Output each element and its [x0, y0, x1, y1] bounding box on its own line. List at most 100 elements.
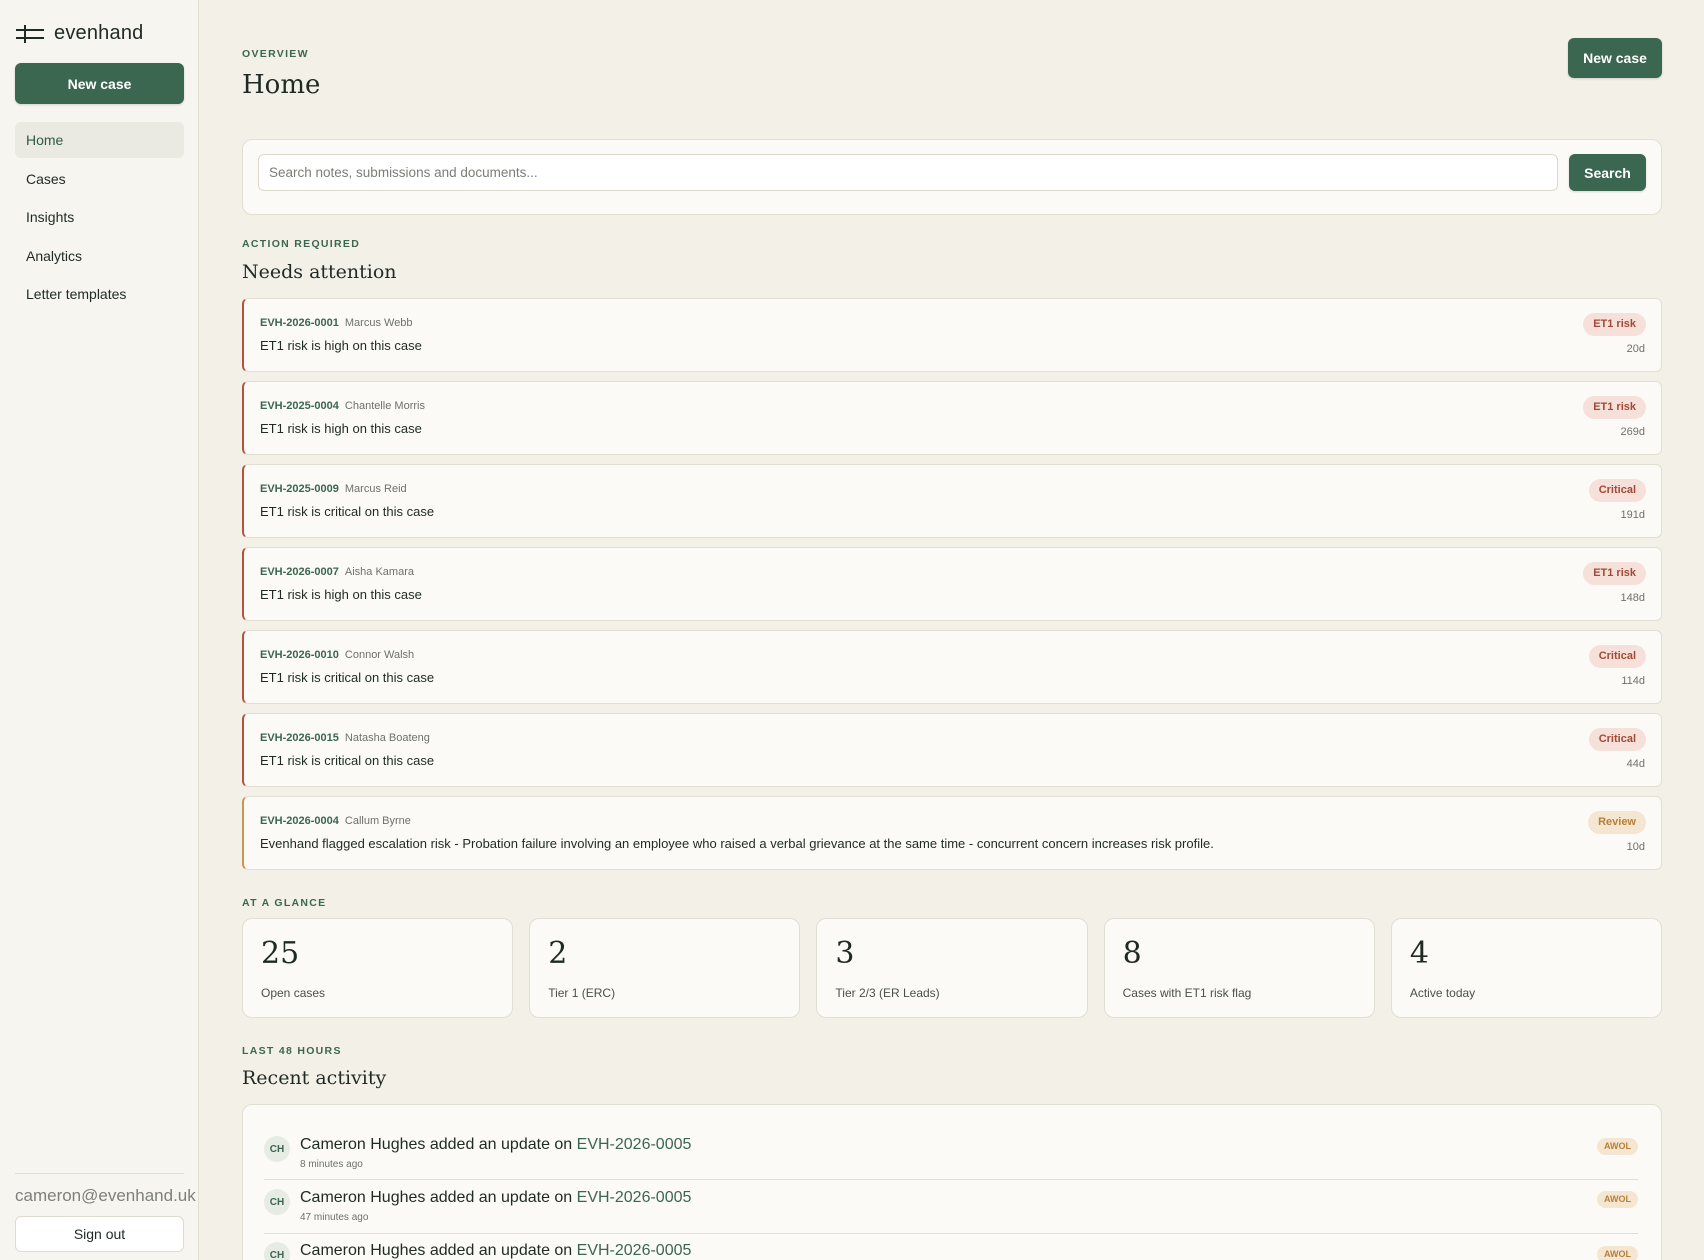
brand[interactable]: evenhand	[16, 22, 143, 45]
stat-label: Tier 2/3 (ER Leads)	[835, 986, 940, 1000]
activity-item: CH Cameron Hughes added an update on EVH…	[264, 1136, 1638, 1190]
attention-message: ET1 risk is high on this case	[260, 421, 422, 436]
stat-label: Active today	[1409, 986, 1476, 1000]
attention-item[interactable]: EVH-2026-0010 Connor Walsh ET1 risk is cr…	[242, 630, 1662, 704]
avatar: CH	[264, 1242, 290, 1260]
risk-badge: ET1 risk	[1583, 396, 1646, 419]
employee-name: Chantelle Morris	[344, 400, 425, 412]
case-age: 114d	[1621, 675, 1645, 687]
case-id[interactable]: EVH-2026-0015	[260, 732, 339, 744]
sidebar-nav: Home Cases Insights Analytics Letter tem…	[15, 122, 184, 315]
evenhand-logo-icon	[16, 24, 44, 43]
stat-value: 2	[548, 936, 568, 971]
stat-value: 25	[261, 936, 300, 971]
case-link[interactable]: EVH-2026-0005	[577, 1189, 692, 1206]
stat-value: 3	[835, 936, 855, 971]
stat-label: Cases with ET1 risk flag	[1122, 986, 1252, 1000]
critical-badge: Critical	[1588, 645, 1646, 668]
case-id[interactable]: EVH-2026-0004	[260, 815, 339, 827]
recent-title: Recent activity	[242, 1067, 387, 1089]
stat-tier-1[interactable]: 2 Tier 1 (ERC)	[529, 918, 801, 1018]
activity-list: CH Cameron Hughes added an update on EVH…	[242, 1104, 1662, 1260]
case-age: 191d	[1620, 509, 1645, 521]
attention-message: ET1 risk is critical on this case	[260, 504, 435, 519]
case-age: 10d	[1626, 841, 1645, 853]
activity-text: Cameron Hughes added an update on	[300, 1189, 573, 1206]
stat-value: 4	[1409, 936, 1429, 971]
divider	[264, 1233, 1638, 1234]
sidebar-footer: cameron@evenhand.uk Sign out	[15, 1173, 196, 1252]
attention-message: ET1 risk is high on this case	[260, 338, 422, 353]
attention-item[interactable]: EVH-2026-0004 Callum Byrne Evenhand flagg…	[242, 796, 1662, 870]
attention-item[interactable]: EVH-2026-0015 Natasha Boateng ET1 risk is…	[242, 713, 1662, 787]
critical-badge: Critical	[1588, 728, 1646, 751]
sidebar-new-case-button[interactable]: New case	[15, 63, 184, 104]
stat-et1-risk[interactable]: 8 Cases with ET1 risk flag	[1103, 918, 1375, 1018]
case-id[interactable]: EVH-2026-0007	[260, 566, 339, 578]
sidebar: evenhand New case Home Cases Insights An…	[0, 0, 199, 1260]
case-age: 269d	[1620, 426, 1645, 438]
page-eyebrow: OVERVIEW	[242, 48, 309, 60]
activity-item: CH Cameron Hughes added an update on EVH…	[264, 1242, 1638, 1260]
attention-message: Evenhand flagged escalation risk - Proba…	[260, 836, 1214, 851]
risk-badge: ET1 risk	[1583, 313, 1646, 336]
brand-name: evenhand	[54, 22, 144, 44]
attention-title: Needs attention	[242, 261, 397, 283]
activity-text: Cameron Hughes added an update on	[300, 1242, 573, 1259]
user-email: cameron@evenhand.uk	[15, 1186, 196, 1205]
recent-eyebrow: LAST 48 HOURS	[242, 1045, 342, 1057]
employee-name: Callum Byrne	[344, 815, 411, 827]
critical-badge: Critical	[1588, 479, 1646, 502]
attention-message: ET1 risk is high on this case	[260, 587, 422, 602]
sidebar-item-cases[interactable]: Cases	[15, 161, 184, 197]
header-new-case-button[interactable]: New case	[1568, 38, 1662, 78]
activity-item: CH Cameron Hughes added an update on EVH…	[264, 1189, 1638, 1243]
employee-name: Natasha Boateng	[344, 732, 430, 744]
attention-item[interactable]: EVH-2025-0004 Chantelle Morris ET1 risk i…	[242, 381, 1662, 455]
stat-value: 8	[1122, 936, 1142, 971]
stat-label: Tier 1 (ERC)	[548, 986, 616, 1000]
case-id[interactable]: EVH-2026-0010	[260, 649, 339, 661]
stat-active-today[interactable]: 4 Active today	[1390, 918, 1663, 1018]
sidebar-item-insights[interactable]: Insights	[15, 199, 184, 235]
case-tag: AWOL	[1597, 1246, 1638, 1260]
sidebar-item-analytics[interactable]: Analytics	[15, 238, 184, 274]
stats-row: 25 Open cases 2 Tier 1 (ERC) 3 Tier 2/3 …	[242, 918, 1663, 1018]
attention-eyebrow: ACTION REQUIRED	[242, 238, 361, 250]
avatar: CH	[264, 1189, 290, 1215]
sidebar-item-home[interactable]: Home	[15, 122, 184, 158]
employee-name: Aisha Kamara	[344, 566, 414, 578]
case-id[interactable]: EVH-2025-0009	[260, 483, 339, 495]
page-title: Home	[242, 70, 321, 100]
attention-item[interactable]: EVH-2026-0001 Marcus Webb ET1 risk is hig…	[242, 298, 1662, 372]
attention-item[interactable]: EVH-2026-0007 Aisha Kamara ET1 risk is hi…	[242, 547, 1662, 621]
activity-text: Cameron Hughes added an update on	[300, 1136, 573, 1153]
case-tag: AWOL	[1597, 1191, 1638, 1208]
search-card: Search	[242, 139, 1662, 215]
activity-time: 8 minutes ago	[300, 1159, 363, 1170]
stat-tier-2-3[interactable]: 3 Tier 2/3 (ER Leads)	[816, 918, 1088, 1018]
glance-eyebrow: AT A GLANCE	[242, 897, 327, 909]
employee-name: Connor Walsh	[344, 649, 415, 661]
case-tag: AWOL	[1597, 1138, 1638, 1155]
risk-badge: ET1 risk	[1583, 562, 1646, 585]
case-link[interactable]: EVH-2026-0005	[577, 1136, 692, 1153]
employee-name: Marcus Webb	[344, 317, 413, 329]
case-id[interactable]: EVH-2026-0001	[260, 317, 339, 329]
sidebar-item-letter-templates[interactable]: Letter templates	[15, 276, 184, 312]
search-input[interactable]	[258, 154, 1558, 191]
case-link[interactable]: EVH-2026-0005	[577, 1242, 692, 1259]
avatar: CH	[264, 1136, 290, 1162]
employee-name: Marcus Reid	[344, 483, 407, 495]
stat-label: Open cases	[261, 986, 326, 1000]
sign-out-button[interactable]: Sign out	[15, 1216, 184, 1252]
attention-item[interactable]: EVH-2025-0009 Marcus Reid ET1 risk is cri…	[242, 464, 1662, 538]
search-button[interactable]: Search	[1569, 154, 1646, 191]
case-id[interactable]: EVH-2025-0004	[260, 400, 339, 412]
attention-list: EVH-2026-0001 Marcus Webb ET1 risk is hig…	[242, 298, 1662, 879]
case-age: 44d	[1626, 758, 1645, 770]
review-badge: Review	[1588, 811, 1646, 834]
stat-open-cases[interactable]: 25 Open cases	[242, 918, 514, 1018]
divider	[264, 1179, 1638, 1180]
activity-time: 47 minutes ago	[300, 1212, 369, 1223]
